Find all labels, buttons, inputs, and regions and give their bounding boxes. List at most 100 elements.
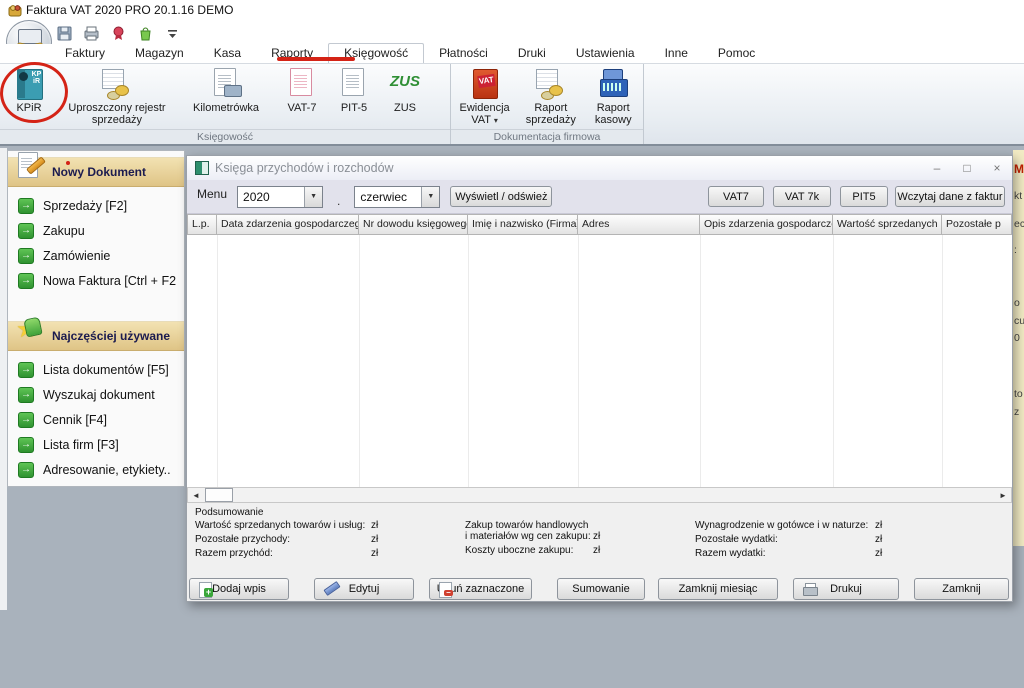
scroll-left-icon[interactable]: ◄	[188, 488, 204, 502]
tab-pomoc[interactable]: Pomoc	[703, 44, 770, 63]
maximize-button[interactable]: □	[952, 156, 982, 180]
bg-text-fragment: :	[1014, 244, 1017, 256]
delete-selected-button[interactable]: – Usuń zaznaczone	[429, 578, 532, 600]
green-arrow-icon: →	[18, 223, 34, 239]
dialog-titlebar[interactable]: Księga przychodów i rozchodów – □ ×	[187, 156, 1012, 180]
summary-value: zł	[593, 545, 600, 556]
tab-inne[interactable]: Inne	[650, 44, 703, 63]
close-dialog-button[interactable]: Zamknij	[914, 578, 1009, 600]
bg-text-fragment: z	[1014, 406, 1019, 418]
ribbon-group-label: Dokumentacja firmowa	[451, 129, 643, 144]
refresh-button[interactable]: Wyświetl / odśwież	[450, 186, 552, 207]
tab-magazyn[interactable]: Magazyn	[120, 44, 199, 63]
customize-toolbar-arrow-icon[interactable]	[164, 25, 181, 42]
pit5-button[interactable]: PIT5	[840, 186, 888, 207]
chevron-down-icon[interactable]: ▼	[304, 187, 322, 207]
sidebar-item-adresowanie[interactable]: → Adresowanie, etykiety..	[8, 457, 184, 482]
close-button[interactable]: ×	[982, 156, 1012, 180]
summary-label: Razem wydatki:	[695, 548, 875, 559]
ribbon-item-raport-sprzedazy[interactable]: Raport sprzedaży	[518, 66, 583, 127]
vat7-button[interactable]: VAT7	[708, 186, 764, 207]
table-body-empty[interactable]	[187, 235, 1012, 487]
add-document-icon: +	[198, 582, 213, 597]
green-arrow-icon: →	[18, 412, 34, 428]
ribbon-item-pit5[interactable]: PIT-5	[328, 66, 380, 115]
column-header-pozostale[interactable]: Pozostałe p	[942, 214, 1012, 235]
scroll-right-icon[interactable]: ►	[995, 488, 1011, 502]
bg-text-fragment: kt	[1014, 190, 1022, 202]
printer-icon	[802, 582, 817, 597]
ribbon-group-dokumentacja: VAT Ewidencja VAT ▾ Raport sprzedaży Rap…	[451, 64, 643, 144]
scrollbar-thumb[interactable]	[205, 488, 233, 502]
month-value: czerwiec	[355, 190, 421, 204]
green-arrow-icon: →	[18, 437, 34, 453]
minimize-button[interactable]: –	[922, 156, 952, 180]
ribbon-item-ewidencja-vat[interactable]: VAT Ewidencja VAT ▾	[451, 66, 518, 128]
annotation-underline-ksiegowosc	[277, 57, 355, 61]
background-window-strip: M kt ec : o cu 0 to z	[1013, 150, 1024, 546]
summary-label: Razem przychód:	[195, 548, 371, 559]
sidebar-item-zamowienie[interactable]: → Zamówienie	[8, 243, 184, 268]
summary-value: zł	[371, 534, 378, 545]
sidebar-item-nowa-faktura[interactable]: → Nowa Faktura [Ctrl + F2	[8, 268, 184, 293]
tab-ustawienia[interactable]: Ustawienia	[561, 44, 650, 63]
sidebar-item-cennik[interactable]: → Cennik [F4]	[8, 407, 184, 432]
chevron-down-icon[interactable]: ▼	[421, 187, 439, 207]
ribbon: KP iR KPiR Uproszczony rejestr sprzedaży…	[0, 63, 1024, 145]
load-invoices-button[interactable]: Wczytaj dane z faktur	[895, 186, 1005, 207]
ribbon-item-raport-kasowy[interactable]: Raport kasowy	[583, 66, 643, 127]
column-header-lp[interactable]: L.p.	[187, 214, 217, 235]
sidebar-item-zakupu[interactable]: → Zakupu	[8, 218, 184, 243]
column-header-wartosc[interactable]: Wartość sprzedanych	[833, 214, 942, 235]
tab-druki[interactable]: Druki	[503, 44, 561, 63]
vat7k-button[interactable]: VAT 7k	[773, 186, 831, 207]
sidebar-item-wyszukaj-dokument[interactable]: → Wyszukaj dokument	[8, 382, 184, 407]
pencil-icon	[323, 582, 338, 597]
print-icon[interactable]	[83, 25, 100, 42]
month-select[interactable]: czerwiec ▼	[354, 186, 440, 208]
summary-label: Pozostałe wydatki:	[695, 534, 875, 545]
edit-button[interactable]: Edytuj	[314, 578, 414, 600]
column-header-imie-nazwisko[interactable]: Imię i nazwisko (Firma)	[468, 214, 578, 235]
sidebar-item-lista-dokumentow[interactable]: → Lista dokumentów [F5]	[8, 357, 184, 382]
sidebar-item-label: Lista firm [F3]	[43, 438, 119, 452]
column-header-opis[interactable]: Opis zdarzenia gospodarczego	[700, 214, 833, 235]
print-button[interactable]: Drukuj	[793, 578, 899, 600]
vat7-document-icon	[286, 67, 318, 101]
sidebar-item-sprzedazy[interactable]: → Sprzedaży [F2]	[8, 193, 184, 218]
sidebar-item-label: Nowa Faktura [Ctrl + F2	[43, 274, 176, 288]
sum-button[interactable]: Sumowanie	[557, 578, 645, 600]
column-header-adres[interactable]: Adres	[578, 214, 700, 235]
summary-label: Wartość sprzedanych towarów i usług:	[195, 520, 371, 531]
ribbon-tab-bar: Faktury Magazyn Kasa Raporty Księgowość …	[0, 44, 1024, 63]
table-coins-icon	[535, 67, 567, 101]
dialog-footer: + Dodaj wpis Edytuj – Usuń zaznaczone Su…	[187, 577, 1012, 601]
sidebar-section-title: Najczęściej używane	[52, 329, 170, 343]
dialog-toolbar: Menu 2020 ▼ . czerwiec ▼ Wyświetl / odśw…	[187, 180, 1012, 214]
ribbon-item-vat7[interactable]: VAT-7	[276, 66, 328, 115]
ribbon-item-zus[interactable]: ZUS ZUS	[380, 66, 430, 115]
column-header-nr-dowodu[interactable]: Nr dowodu księgowego	[359, 214, 468, 235]
save-icon[interactable]	[56, 25, 73, 42]
document-pencil-icon	[16, 152, 46, 182]
ribbon-item-uproszczony-rejestr[interactable]: Uproszczony rejestr sprzedaży	[58, 66, 176, 127]
app-icon	[8, 3, 22, 17]
tab-platnosci[interactable]: Płatności	[424, 44, 503, 63]
ribbon-item-kilometrowka[interactable]: Kilometrówka	[176, 66, 276, 115]
sidebar-section-header-nowy-dokument: Nowy Dokument	[8, 157, 184, 187]
tab-faktury[interactable]: Faktury	[50, 44, 120, 63]
sidebar-item-lista-firm[interactable]: → Lista firm [F3]	[8, 432, 184, 457]
summary-title: Podsumowanie	[195, 507, 263, 518]
badge-icon[interactable]	[110, 25, 127, 42]
green-arrow-icon: →	[18, 248, 34, 264]
sidebar-item-label: Zamówienie	[43, 249, 110, 263]
add-entry-button[interactable]: + Dodaj wpis	[189, 578, 289, 600]
column-header-data-zdarzenia[interactable]: Data zdarzenia gospodarczego	[217, 214, 359, 235]
tab-kasa[interactable]: Kasa	[199, 44, 256, 63]
year-select[interactable]: 2020 ▼	[237, 186, 323, 208]
horizontal-scrollbar[interactable]: ◄ ►	[187, 487, 1012, 503]
close-month-button[interactable]: Zamknij miesiąc	[658, 578, 778, 600]
ribbon-item-label: Uproszczony rejestr sprzedaży	[60, 102, 174, 126]
bag-icon[interactable]	[137, 25, 154, 42]
sidebar-item-label: Lista dokumentów [F5]	[43, 363, 169, 377]
